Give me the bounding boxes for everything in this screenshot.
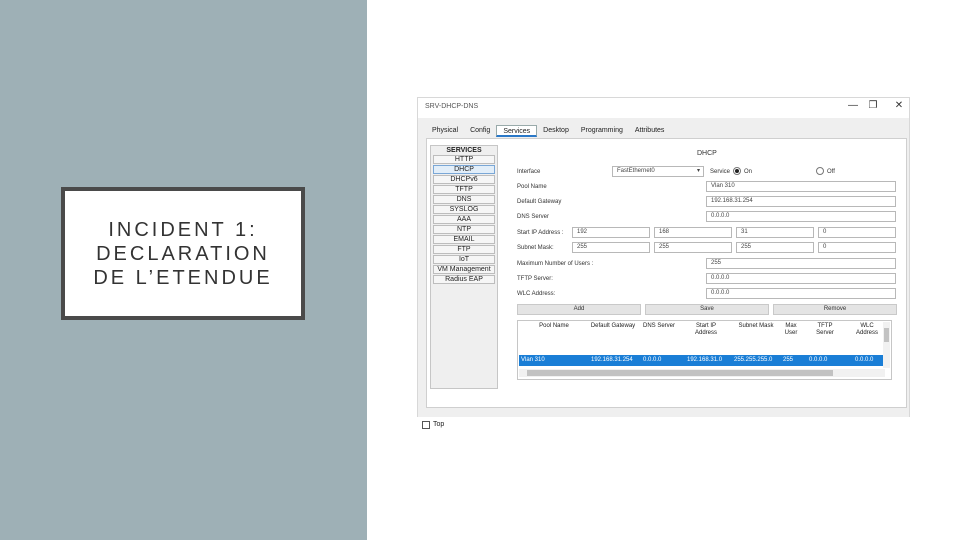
service-on-label: On <box>744 169 753 175</box>
tftp-server-input[interactable]: 0.0.0.0 <box>706 273 896 284</box>
slide: INCIDENT 1: DECLARATION DE L’ETENDUE SRV… <box>0 0 960 540</box>
cell-default-gateway: 192.168.31.254 <box>591 357 633 363</box>
column-header-pool-name: Pool Name <box>539 323 569 329</box>
column-header-dns-server: DNS Server <box>642 323 675 329</box>
interface-label: Interface <box>517 169 541 175</box>
service-off-radio[interactable] <box>816 167 824 175</box>
service-off-label: Off <box>827 169 835 175</box>
vertical-scrollbar[interactable] <box>883 322 890 368</box>
window-title: SRV-DHCP-DNS <box>425 103 479 110</box>
service-item-radius-eap[interactable]: Radius EAP <box>433 275 495 284</box>
cell-subnet-mask: 255.255.255.0 <box>734 357 773 363</box>
subnet-octet-4[interactable]: 0 <box>818 242 896 253</box>
slide-title-box: INCIDENT 1: DECLARATION DE L’ETENDUE <box>61 187 305 320</box>
services-list: SERVICES HTTP DHCP DHCPv6 TFTP DNS SYSLO… <box>430 145 498 389</box>
subnet-octet-2[interactable]: 255 <box>654 242 732 253</box>
service-item-email[interactable]: EMAIL <box>433 235 495 244</box>
service-item-ftp[interactable]: FTP <box>433 245 495 254</box>
cell-max-user: 255 <box>783 357 794 363</box>
cell-wlc-address: 0.0.0.0 <box>855 357 874 363</box>
cell-start-ip: 192.168.31.0 <box>687 357 723 363</box>
start-ip-octet-4[interactable]: 0 <box>818 227 896 238</box>
horizontal-scroll-thumb[interactable] <box>527 370 833 376</box>
services-content: SERVICES HTTP DHCP DHCPv6 TFTP DNS SYSLO… <box>426 138 907 408</box>
cell-dns-server: 0.0.0.0 <box>643 357 662 363</box>
close-button[interactable]: ✕ <box>892 100 906 111</box>
service-item-iot[interactable]: IoT <box>433 255 495 264</box>
dns-server-label: DNS Server <box>517 214 550 220</box>
subnet-octet-3[interactable]: 255 <box>736 242 814 253</box>
column-header-tftp-server: TFTP Server <box>816 323 834 336</box>
horizontal-scrollbar[interactable] <box>519 369 885 377</box>
slide-title: INCIDENT 1: DECLARATION DE L’ETENDUE <box>93 218 272 290</box>
default-gateway-label: Default Gateway <box>517 199 562 205</box>
start-ip-octet-3[interactable]: 31 <box>736 227 814 238</box>
tftp-server-label: TFTP Server: <box>517 276 553 282</box>
add-button[interactable]: Add <box>517 304 641 315</box>
minimize-button[interactable]: — <box>846 100 860 111</box>
top-checkbox-label: Top <box>433 421 445 428</box>
service-item-dhcpv6[interactable]: DHCPv6 <box>433 175 495 184</box>
max-users-input[interactable]: 255 <box>706 258 896 269</box>
start-ip-octet-2[interactable]: 168 <box>654 227 732 238</box>
tab-physical[interactable]: Physical <box>426 125 464 137</box>
tab-attributes[interactable]: Attributes <box>629 125 671 137</box>
chevron-down-icon: ▾ <box>696 168 700 174</box>
interface-select[interactable]: FastEthernet0 ▾ <box>612 166 704 177</box>
default-gateway-input[interactable]: 192.168.31.254 <box>706 196 896 207</box>
slide-title-line-1: INCIDENT 1: <box>108 218 258 241</box>
subnet-mask-label: Subnet Mask: <box>517 245 554 251</box>
cell-tftp-server: 0.0.0.0 <box>809 357 828 363</box>
service-item-ntp[interactable]: NTP <box>433 225 495 234</box>
wlc-address-label: WLC Address: <box>517 291 556 297</box>
wlc-address-input[interactable]: 0.0.0.0 <box>706 288 896 299</box>
window-body: Physical Config Services Desktop Program… <box>418 118 909 429</box>
window-titlebar: SRV-DHCP-DNS — ❐ ✕ <box>418 98 909 116</box>
dns-server-input[interactable]: 0.0.0.0 <box>706 211 896 222</box>
column-header-subnet-mask: Subnet Mask <box>738 323 774 329</box>
pool-name-label: Pool Name <box>517 184 547 190</box>
tab-desktop[interactable]: Desktop <box>537 125 575 137</box>
cell-pool-name: Vlan 310 <box>521 357 545 363</box>
service-item-dns[interactable]: DNS <box>433 195 495 204</box>
service-item-syslog[interactable]: SYSLOG <box>433 205 495 214</box>
service-item-http[interactable]: HTTP <box>433 155 495 164</box>
slide-title-line-3: DE L’ETENDUE <box>93 266 273 289</box>
service-on-radio[interactable] <box>733 167 741 175</box>
dhcp-form: DHCP Interface FastEthernet0 ▾ Service O… <box>512 139 904 409</box>
vertical-scroll-thumb[interactable] <box>884 328 889 342</box>
service-item-tftp[interactable]: TFTP <box>433 185 495 194</box>
start-ip-label: Start IP Address : <box>517 230 564 236</box>
slide-title-line-2: DECLARATION <box>96 242 270 265</box>
maximize-button[interactable]: ❐ <box>866 100 880 111</box>
pool-name-input[interactable]: Vlan 310 <box>706 181 896 192</box>
tab-config[interactable]: Config <box>464 125 496 137</box>
tab-bar: Physical Config Services Desktop Program… <box>426 125 670 137</box>
max-users-label: Maximum Number of Users : <box>517 261 594 267</box>
dhcp-heading: DHCP <box>697 150 717 157</box>
start-ip-octet-1[interactable]: 192 <box>572 227 650 238</box>
remove-button[interactable]: Remove <box>773 304 897 315</box>
column-header-default-gateway: Default Gateway <box>590 323 636 329</box>
pool-table: Pool Name Default Gateway DNS Server Sta… <box>517 320 892 380</box>
interface-value: FastEthernet0 <box>617 168 655 174</box>
column-header-start-ip: Start IP Address <box>694 323 717 336</box>
tab-services[interactable]: Services <box>496 125 538 137</box>
column-header-wlc-address: WLC Address <box>855 323 878 336</box>
server-window: SRV-DHCP-DNS — ❐ ✕ Physical Config Servi… <box>417 97 910 429</box>
service-item-dhcp[interactable]: DHCP <box>433 165 495 174</box>
column-header-max-user: Max User <box>784 323 798 336</box>
services-header: SERVICES <box>446 147 482 154</box>
service-item-aaa[interactable]: AAA <box>433 215 495 224</box>
table-row[interactable]: Vlan 310 192.168.31.254 0.0.0.0 192.168.… <box>519 355 885 366</box>
service-item-vm-management[interactable]: VM Management <box>433 265 495 274</box>
top-checkbox[interactable] <box>422 421 430 429</box>
subnet-octet-1[interactable]: 255 <box>572 242 650 253</box>
save-button[interactable]: Save <box>645 304 769 315</box>
tab-programming[interactable]: Programming <box>575 125 629 137</box>
service-label: Service <box>710 169 731 175</box>
